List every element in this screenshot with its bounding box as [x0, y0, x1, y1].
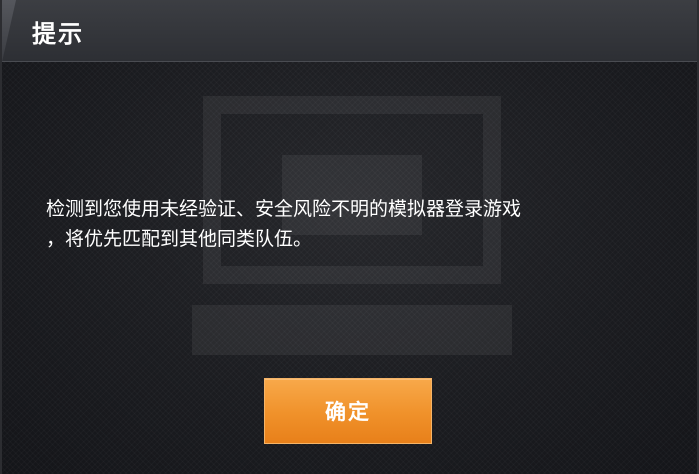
notice-dialog: 提示 检测到您使用未经验证、安全风险不明的模拟器登录游戏 ，将优先匹配到其他同类… [0, 0, 699, 474]
message-line-2: ，将优先匹配到其他同类队伍。 [46, 228, 313, 250]
header-accent [2, 0, 16, 62]
dialog-header: 提示 [2, 0, 697, 62]
dialog-title: 提示 [32, 20, 84, 48]
dialog-message: 检测到您使用未经验证、安全风险不明的模拟器登录游戏 ，将优先匹配到其他同类队伍。 [46, 194, 666, 254]
confirm-button[interactable]: 确定 [264, 378, 432, 444]
message-line-1: 检测到您使用未经验证、安全风险不明的模拟器登录游戏 [46, 198, 522, 220]
